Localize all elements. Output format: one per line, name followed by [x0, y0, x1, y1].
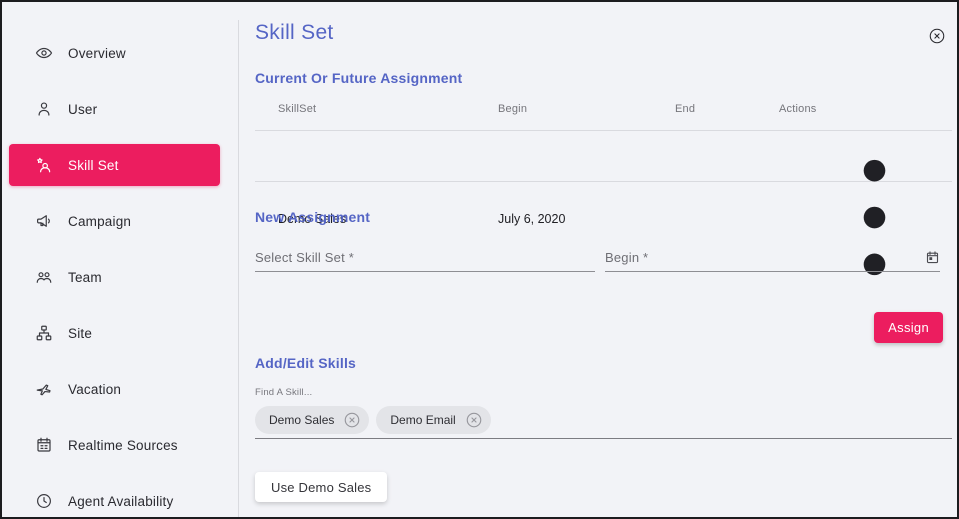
sidebar-item-overview[interactable]: Overview: [9, 32, 220, 74]
sidebar-item-label: Overview: [68, 45, 126, 61]
begin-date-field[interactable]: Begin *: [605, 250, 940, 272]
current-assignment-heading: Current Or Future Assignment: [255, 70, 463, 86]
chip-remove-icon[interactable]: [343, 411, 361, 429]
sidebar: Overview User Skill Set Campaign Team Si…: [2, 2, 238, 517]
column-header-begin: Begin: [498, 102, 528, 115]
sidebar-item-label: Site: [68, 325, 93, 341]
sidebar-item-agent-availability[interactable]: Agent Availability: [9, 480, 220, 517]
sidebar-item-site[interactable]: Site: [9, 312, 220, 354]
sidebar-item-label: Campaign: [68, 213, 132, 229]
use-demo-sales-button[interactable]: Use Demo Sales: [255, 472, 388, 502]
table-row: Demo Sales July 6, 2020: [255, 131, 952, 276]
team-icon: [35, 268, 53, 286]
megaphone-icon: [35, 212, 53, 230]
skill-set-icon: [35, 156, 53, 174]
clock-icon: [35, 492, 53, 510]
sidebar-item-campaign[interactable]: Campaign: [9, 200, 220, 242]
kebab-menu-icon[interactable]: [788, 159, 957, 307]
airplane-icon: [35, 380, 53, 398]
sidebar-item-label: Realtime Sources: [68, 437, 178, 453]
main-header: Skill Set: [255, 18, 952, 48]
cell-begin: July 6, 2020: [498, 212, 566, 226]
sidebar-item-label: User: [68, 101, 98, 117]
begin-placeholder: Begin *: [605, 250, 649, 265]
skill-chip-demo-sales: Demo Sales: [255, 406, 370, 434]
sidebar-item-label: Team: [68, 269, 102, 285]
main-panel: Skill Set Current Or Future Assignment S…: [238, 2, 957, 517]
chip-remove-icon[interactable]: [465, 411, 483, 429]
sidebar-item-realtime-sources[interactable]: Realtime Sources: [9, 424, 220, 466]
sidebar-item-label: Agent Availability: [68, 493, 174, 509]
sidebar-item-user[interactable]: User: [9, 88, 220, 130]
skill-chips-input[interactable]: Demo Sales Demo Email: [255, 406, 952, 439]
sidebar-item-vacation[interactable]: Vacation: [9, 368, 220, 410]
skill-chip-demo-email: Demo Email: [376, 406, 491, 434]
column-header-skillset: SkillSet: [278, 102, 317, 115]
eye-icon: [35, 44, 53, 62]
sidebar-item-team[interactable]: Team: [9, 256, 220, 298]
assignment-table-header: SkillSet Begin End Actions: [255, 87, 952, 130]
user-icon: [35, 100, 53, 118]
page-title: Skill Set: [255, 21, 334, 44]
calendar-grid-icon: [35, 436, 53, 454]
sidebar-item-skill-set[interactable]: Skill Set: [9, 144, 220, 186]
sidebar-item-label: Vacation: [68, 381, 122, 397]
find-skill-label: Find A Skill...: [255, 387, 313, 398]
chip-label: Demo Email: [390, 413, 456, 427]
add-edit-skills-heading: Add/Edit Skills: [255, 355, 357, 371]
assign-row: Assign: [255, 312, 952, 343]
chip-label: Demo Sales: [269, 413, 335, 427]
calendar-icon[interactable]: [925, 250, 940, 265]
column-header-end: End: [675, 102, 696, 115]
skill-set-dialog: Overview User Skill Set Campaign Team Si…: [0, 0, 959, 519]
sidebar-item-label: Skill Set: [68, 157, 119, 173]
select-skill-set-field[interactable]: Select Skill Set *: [255, 250, 595, 272]
column-header-actions: Actions: [779, 102, 817, 115]
assign-button[interactable]: Assign: [874, 312, 943, 343]
new-assignment-form: Select Skill Set * Begin *: [255, 250, 952, 272]
sitemap-icon: [35, 324, 53, 342]
close-icon[interactable]: [928, 27, 946, 45]
select-skill-set-placeholder: Select Skill Set *: [255, 250, 354, 265]
